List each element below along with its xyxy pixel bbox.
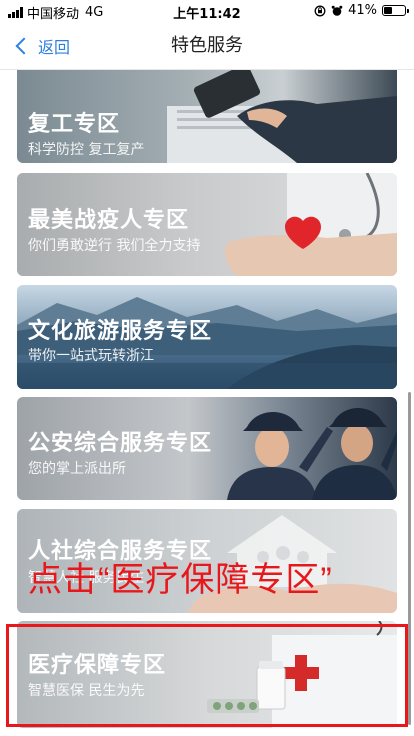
instruction-annotation: 点击“医疗保障专区” [28,561,333,599]
card-subtitle: 您的掌上派出所 [28,461,126,477]
status-right: 41% [314,3,409,18]
battery-fill [384,7,393,14]
highlight-box [6,624,408,727]
status-bar: 中国移动 4G 上午11:42 41% [0,0,414,22]
heart-hands-image [225,173,397,276]
scrollbar[interactable] [408,392,411,725]
card-subtitle: 带你一站式玩转浙江 [28,348,154,364]
card-title: 文化旅游服务专区 [28,319,213,344]
card-fugong[interactable]: 复工专区 科学防控 复工复产 [17,70,397,163]
card-wenhua-lvyou[interactable]: 文化旅游服务专区 带你一站式玩转浙江 [17,285,397,389]
card-zuimei[interactable]: 最美战疫人专区 你们勇敢逆行 我们全力支持 [17,173,397,276]
card-title: 公安综合服务专区 [28,431,213,456]
card-subtitle: 科学防控 复工复产 [28,142,145,158]
alarm-icon [331,5,343,16]
service-list: 复工专区 科学防控 复工复产 最美战疫人专区 你们勇敢逆行 我们全力支持 文化旅… [0,70,414,736]
card-title: 复工专区 [28,112,121,137]
card-gongan[interactable]: 公安综合服务专区 您的掌上派出所 [17,397,397,500]
rotation-lock-icon [314,5,326,16]
navigation-bar: 返回 特色服务 [0,22,414,70]
battery-label: 41% [348,3,377,18]
battery-icon [382,5,409,16]
page-title: 特色服务 [171,35,243,56]
card-subtitle: 你们勇敢逆行 我们全力支持 [28,238,201,254]
card-title: 最美战疫人专区 [28,208,190,233]
police-officers-image [227,408,397,500]
laptop-hand-image [167,70,397,163]
